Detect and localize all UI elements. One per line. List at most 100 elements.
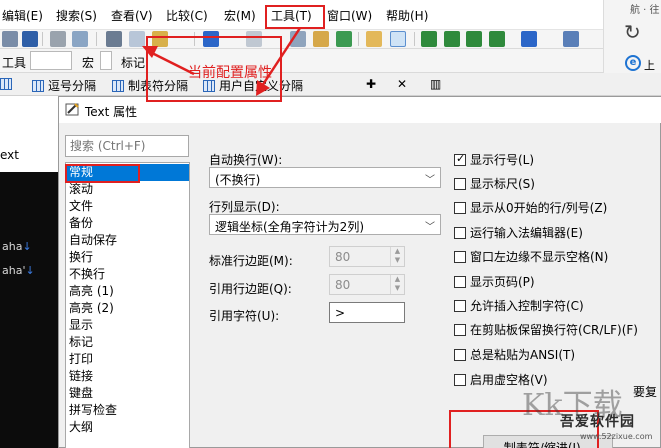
editor-area[interactable]: ext aha↓ aha'↓ xyxy=(0,96,58,448)
checkbox-box[interactable] xyxy=(454,374,466,386)
find-in-files-icon[interactable] xyxy=(366,31,382,47)
quote-char-input[interactable]: > xyxy=(329,302,405,323)
toolbar-separator xyxy=(358,32,359,46)
menu-window[interactable]: 窗口(W) xyxy=(327,7,372,24)
category-highlight-1[interactable]: 高亮 (1) xyxy=(66,283,189,300)
annotation-box-general xyxy=(65,164,140,183)
editor-text-area[interactable]: aha↓ aha'↓ xyxy=(0,172,58,448)
watermark-url: www.52zixue.com xyxy=(580,432,653,441)
checkbox-box[interactable] xyxy=(454,324,466,336)
category-print[interactable]: 打印 xyxy=(66,351,189,368)
macro-box[interactable] xyxy=(100,51,112,70)
tools-box[interactable] xyxy=(30,51,72,70)
mark-label: 标记 xyxy=(121,56,146,70)
refresh-doc-icon[interactable] xyxy=(466,31,482,47)
plugin-icon[interactable] xyxy=(563,31,579,47)
tools-cross-icon[interactable]: ✕ xyxy=(397,77,407,91)
quote-margin-stepper[interactable]: 80 ▲ ▼ xyxy=(329,274,405,295)
menu-compare[interactable]: 比较(C) xyxy=(166,7,208,24)
category-spellcheck[interactable]: 拼写检查 xyxy=(66,402,189,419)
toolbar-separator xyxy=(96,32,97,46)
column-display-label: 行列显示(D): xyxy=(209,200,280,214)
category-links[interactable]: 链接 xyxy=(66,368,189,385)
checkbox-paste-ansi[interactable]: 总是粘贴为ANSI(T) xyxy=(454,346,575,363)
category-file[interactable]: 文件 xyxy=(66,198,189,215)
quote-margin-value: 80 xyxy=(335,278,351,292)
tab-comma[interactable]: 逗号分隔 xyxy=(32,77,96,94)
checkbox-keep-crlf[interactable]: 在剪贴板保留换行符(CR/LF)(F) xyxy=(454,321,638,338)
checkbox-box[interactable] xyxy=(454,227,466,239)
wrap-select[interactable]: (不换行) ﹀ xyxy=(209,167,441,188)
copy-icon[interactable] xyxy=(129,31,145,47)
cut-icon[interactable] xyxy=(106,31,122,47)
split-icon[interactable] xyxy=(489,31,505,47)
print-preview-icon[interactable] xyxy=(72,31,88,47)
category-list[interactable]: 常规 滚动 文件 备份 自动保存 换行 不换行 高亮 (1) 高亮 (2) 显示… xyxy=(65,162,190,448)
grid-icon[interactable] xyxy=(0,77,16,91)
category-nowrap[interactable]: 不换行 xyxy=(66,266,189,283)
checkbox-show-ruler[interactable]: 显示标尺(S) xyxy=(454,175,535,192)
checkbox-box[interactable] xyxy=(454,251,466,263)
columns-icon[interactable]: ▥ xyxy=(430,77,441,91)
checkbox-label: 运行输入法编辑器(E) xyxy=(470,226,583,240)
menu-edit[interactable]: 编辑(E) xyxy=(2,7,43,24)
std-margin-stepper[interactable]: 80 ▲ ▼ xyxy=(329,246,405,267)
category-wrap[interactable]: 换行 xyxy=(66,249,189,266)
tab-comma-label: 逗号分隔 xyxy=(48,79,97,93)
quote-margin-label: 引用行边距(Q): xyxy=(209,282,292,296)
spin-arrows-icon[interactable]: ▲ ▼ xyxy=(390,247,404,266)
column-display-value: 逻辑坐标(全角字符计为2列) xyxy=(215,220,364,234)
outline-icon[interactable] xyxy=(421,31,437,47)
find-next-icon[interactable] xyxy=(313,31,329,47)
macro-icon[interactable] xyxy=(521,31,537,47)
grid-icon xyxy=(112,80,124,92)
checkbox-box[interactable] xyxy=(454,276,466,288)
quote-char-label: 引用字符(U): xyxy=(209,309,280,323)
replace-icon[interactable] xyxy=(336,31,352,47)
checkbox-label: 总是粘贴为ANSI(T) xyxy=(470,348,576,362)
checkbox-box[interactable] xyxy=(454,300,466,312)
category-highlight-2[interactable]: 高亮 (2) xyxy=(66,300,189,317)
checkbox-box[interactable] xyxy=(454,152,466,166)
category-outline[interactable]: 大纲 xyxy=(66,419,189,436)
checkbox-control-chars[interactable]: 允许插入控制字符(C) xyxy=(454,297,584,314)
checkbox-box[interactable] xyxy=(454,178,466,190)
checkbox-zero-based[interactable]: 显示从0开始的行/列号(Z) xyxy=(454,199,607,216)
checkbox-left-edge-space[interactable]: 窗口左边缘不显示空格(N) xyxy=(454,248,608,265)
ie-icon[interactable]: e xyxy=(625,55,641,71)
search-input[interactable] xyxy=(65,135,189,157)
category-scroll[interactable]: 滚动 xyxy=(66,181,189,198)
open-dropdown-icon[interactable] xyxy=(2,31,18,47)
menu-search[interactable]: 搜索(S) xyxy=(56,7,97,24)
menu-view[interactable]: 查看(V) xyxy=(111,7,153,24)
checkbox-show-line-numbers[interactable]: 显示行号(L) xyxy=(454,151,534,168)
checkbox-box[interactable] xyxy=(454,202,466,214)
checkbox-box[interactable] xyxy=(454,349,466,361)
menu-macro[interactable]: 宏(M) xyxy=(224,7,256,24)
watermark-name: 吾爱软件园 xyxy=(560,414,635,430)
print-icon[interactable] xyxy=(50,31,66,47)
refresh-icon[interactable]: ↻ xyxy=(624,20,641,44)
editor-tab[interactable]: ext xyxy=(0,148,19,162)
category-display[interactable]: 显示 xyxy=(66,317,189,334)
spin-arrows-icon[interactable]: ▲ ▼ xyxy=(390,275,404,294)
checkbox-label: 显示页码(P) xyxy=(470,275,535,289)
find-icon[interactable] xyxy=(290,31,306,47)
annotation-label: 当前配置属性 xyxy=(188,65,272,81)
image-icon[interactable] xyxy=(444,31,460,47)
category-keyboard[interactable]: 键盘 xyxy=(66,385,189,402)
annotation-box-tools-menu xyxy=(265,5,325,29)
category-marks[interactable]: 标记 xyxy=(66,334,189,351)
plus-icon[interactable]: ✚ xyxy=(366,77,376,91)
menu-help[interactable]: 帮助(H) xyxy=(386,7,428,24)
column-display-select[interactable]: 逻辑坐标(全角字符计为2列) ﹀ xyxy=(209,214,441,235)
save-icon[interactable] xyxy=(22,31,38,47)
editor-line-1: aha↓ xyxy=(2,240,32,253)
checkbox-label: 显示从0开始的行/列号(Z) xyxy=(470,201,608,215)
checkbox-ime[interactable]: 运行输入法编辑器(E) xyxy=(454,224,583,241)
checkbox-page-numbers[interactable]: 显示页码(P) xyxy=(454,273,535,290)
watermark: Kk下载 吾爱软件园 www.52zixue.com xyxy=(520,376,661,448)
filter-icon[interactable] xyxy=(390,31,406,47)
category-autosave[interactable]: 自动保存 xyxy=(66,232,189,249)
category-backup[interactable]: 备份 xyxy=(66,215,189,232)
